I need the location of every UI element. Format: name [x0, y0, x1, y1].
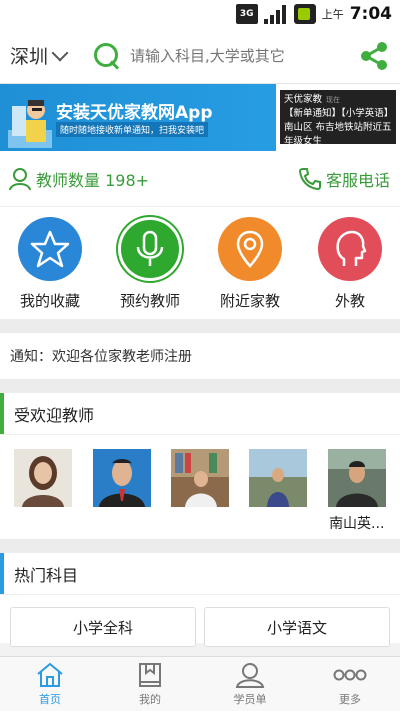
teacher-card[interactable]: 南山英...: [327, 449, 387, 539]
bottom-nav: 首页 我的 学员单 更多: [0, 656, 400, 711]
divider: [0, 539, 400, 553]
chevron-down-icon: [51, 44, 69, 61]
network-3g-icon: 3G: [235, 4, 258, 24]
qa-label: 外教: [334, 292, 365, 310]
tab-label: 更多: [339, 692, 361, 706]
tab-mine[interactable]: 我的: [100, 657, 200, 711]
tab-home[interactable]: 首页: [0, 657, 100, 711]
qa-label: 我的收藏: [19, 292, 80, 310]
divider: [0, 379, 400, 393]
teacher-photo: [14, 449, 73, 507]
divider: [0, 319, 400, 333]
teacher-list: 南山英...: [0, 435, 400, 539]
search-bar[interactable]: [92, 36, 356, 76]
phone-icon: [298, 167, 321, 190]
user-icon: [235, 662, 265, 688]
teacher-count[interactable]: 教师数量 198+: [8, 167, 149, 191]
top-header: 深圳: [0, 28, 400, 84]
microphone-icon: [136, 230, 164, 266]
banner-title: 安装天优家教网App: [56, 103, 213, 123]
teacher-photo: [327, 449, 386, 507]
foreign-teacher-button[interactable]: 外教: [305, 217, 395, 311]
notify-body: 【新单通知】【小学英语】南山区 布吉地铁站附近五年级女生: [284, 108, 392, 144]
tab-label: 我的: [139, 692, 161, 706]
popular-teachers-title: 受欢迎教师: [0, 393, 400, 435]
tab-students[interactable]: 学员单: [200, 657, 300, 711]
city-label: 深圳: [10, 46, 49, 68]
teacher-count-label: 教师数量 198+: [36, 170, 150, 190]
status-bar: 3G 上午 7:04: [0, 0, 400, 28]
hot-subjects-title: 热门科目: [0, 553, 400, 595]
search-icon: [92, 41, 122, 71]
location-pin-icon: [236, 230, 264, 268]
promo-banner[interactable]: 安装天优家教网App 随时随地接收新单通知，扫我安装吧 天优家教 现在 【新单通知…: [0, 84, 400, 151]
stats-bar: 教师数量 198+ 客服电话: [0, 151, 400, 207]
tab-label: 学员单: [233, 692, 267, 706]
teacher-card[interactable]: [248, 449, 308, 539]
battery-icon: [293, 4, 316, 24]
hotline-link[interactable]: 客服电话: [298, 167, 390, 191]
teacher-illustration-icon: [8, 100, 52, 148]
teacher-name: 南山英...: [329, 516, 385, 532]
banner-subtitle: 随时随地接收新单通知，扫我安装吧: [56, 122, 209, 137]
hotline-label: 客服电话: [325, 170, 390, 190]
qa-circle: [118, 217, 182, 281]
star-icon: [30, 230, 70, 268]
app-screen: 3G 上午 7:04 深圳 请输入科目,大学或其它 安装天优家教网App 随时随…: [0, 0, 400, 711]
qa-label: 预约教师: [119, 292, 180, 310]
subject-button[interactable]: 小学语文: [204, 607, 390, 647]
notice-bar[interactable]: 通知：欢迎各位家教老师注册: [0, 333, 400, 379]
teacher-photo: [92, 449, 151, 507]
subject-button[interactable]: 小学全科: [10, 607, 196, 647]
nearby-tutors-button[interactable]: 附近家教: [205, 217, 295, 311]
status-time: 7:04: [349, 4, 392, 24]
status-ampm: 上午: [321, 8, 344, 21]
tab-label: 首页: [39, 692, 61, 706]
notify-time: 现在: [326, 96, 341, 104]
qa-circle: [318, 217, 382, 281]
person-icon: [9, 167, 31, 190]
home-icon: [37, 662, 63, 687]
qa-circle: [218, 217, 282, 281]
quick-actions: 我的收藏 预约教师 附近家教 外教: [0, 207, 400, 319]
teacher-card[interactable]: [170, 449, 230, 539]
notify-title: 天优家教: [284, 94, 323, 105]
signal-icon: [263, 4, 288, 24]
qa-label: 附近家教: [219, 292, 280, 310]
book-teacher-button[interactable]: 预约教师: [105, 217, 195, 311]
qa-circle: [18, 217, 82, 281]
favorites-button[interactable]: 我的收藏: [5, 217, 95, 311]
book-icon: [139, 662, 161, 687]
city-selector[interactable]: 深圳: [0, 42, 92, 69]
teacher-photo: [170, 449, 229, 507]
notification-preview: 天优家教 现在 【新单通知】【小学英语】南山区 布吉地铁站附近五年级女生: [276, 84, 400, 151]
teacher-photo: [249, 449, 308, 507]
teacher-card[interactable]: [92, 449, 152, 539]
search-input[interactable]: [130, 46, 330, 65]
teacher-card[interactable]: [13, 449, 73, 539]
banner-promo: 安装天优家教网App 随时随地接收新单通知，扫我安装吧: [0, 84, 276, 151]
subject-grid: 小学全科 小学语文: [0, 595, 400, 647]
share-icon[interactable]: [356, 38, 392, 74]
more-icon: [333, 669, 367, 680]
head-icon: [336, 230, 367, 266]
tab-more[interactable]: 更多: [300, 657, 400, 711]
